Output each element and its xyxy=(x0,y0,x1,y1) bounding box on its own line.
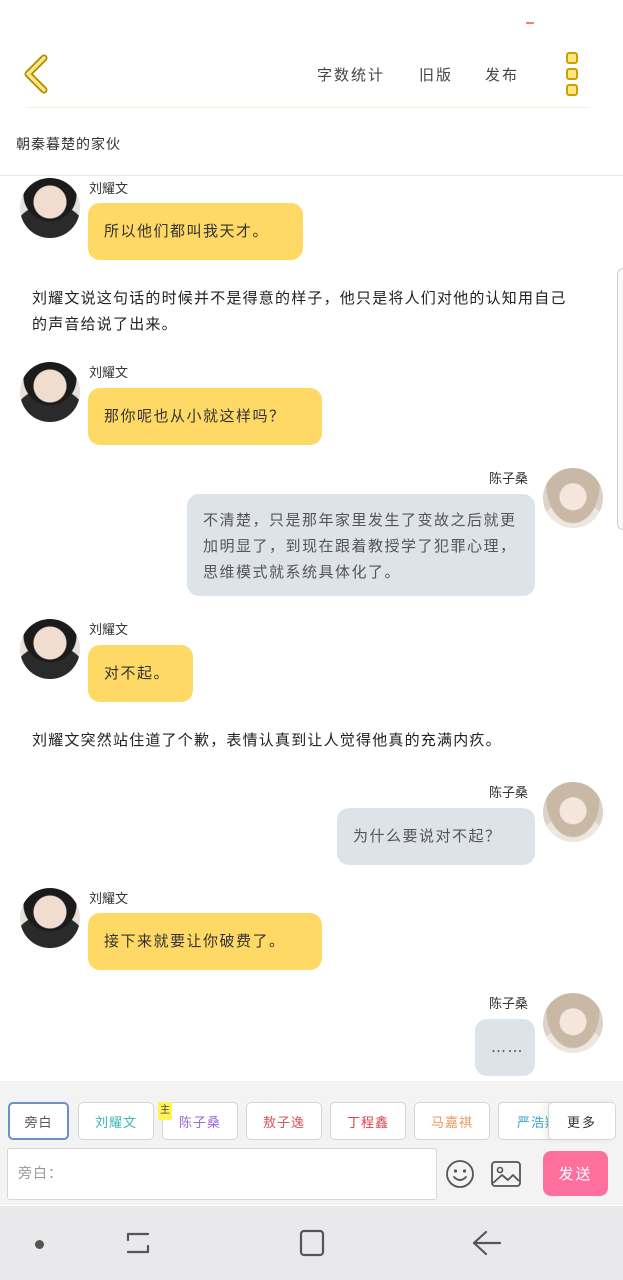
nav-dot-icon[interactable] xyxy=(35,1240,44,1249)
image-button[interactable] xyxy=(490,1159,522,1189)
role-chip[interactable]: 陈子桑 xyxy=(162,1102,238,1140)
message-bubble[interactable]: 为什么要说对不起？ xyxy=(337,808,535,865)
message-input[interactable] xyxy=(7,1148,437,1200)
avatar[interactable] xyxy=(20,619,80,679)
emoji-button[interactable] xyxy=(445,1159,475,1189)
avatar[interactable] xyxy=(20,888,80,948)
back-arrow-icon xyxy=(472,1230,502,1256)
menu-dot-icon xyxy=(566,68,578,80)
message-bubble[interactable]: 不清楚，只是那年家里发生了变故之后就更加明显了，到现在跟着教授学了犯罪心理，思维… xyxy=(187,494,535,596)
speaker-name: 陈子桑 xyxy=(489,472,529,487)
chevron-left-icon xyxy=(24,54,48,94)
home-button[interactable] xyxy=(298,1228,326,1258)
speaker-name: 刘耀文 xyxy=(89,182,129,197)
home-icon xyxy=(299,1229,325,1257)
chat-area[interactable]: 刘耀文 所以他们都叫我天才。 刘耀文说这句话的时候并不是得意的样子，他只是将人们… xyxy=(0,176,623,1081)
smiley-icon xyxy=(446,1160,474,1188)
status-indicator xyxy=(526,22,534,24)
top-toolbar: 字数统计 旧版 发布 xyxy=(0,40,623,108)
role-chip[interactable]: 敖子逸 xyxy=(246,1102,322,1140)
menu-dot-icon xyxy=(566,84,578,96)
more-options-button[interactable] xyxy=(566,52,580,96)
speaker-name: 刘耀文 xyxy=(89,623,129,638)
toolbar-divider xyxy=(28,107,590,108)
scrollbar[interactable] xyxy=(617,268,623,530)
narration-text[interactable]: 刘耀文说这句话的时候并不是得意的样子，他只是将人们对他的认知用自己的声音给说了出… xyxy=(32,285,577,337)
role-chip[interactable]: 丁程鑫 xyxy=(330,1102,406,1140)
message-bubble[interactable]: 对不起。 xyxy=(88,645,193,702)
main-role-badge: 主 xyxy=(158,1102,172,1120)
menu-dot-icon xyxy=(566,52,578,64)
avatar[interactable] xyxy=(543,993,603,1053)
role-selector: 旁白 刘耀文 陈子桑 敖子逸 丁程鑫 马嘉祺 严浩翔 xyxy=(0,1081,623,1147)
speaker-name: 陈子桑 xyxy=(489,997,529,1012)
message-bubble[interactable]: …… xyxy=(475,1019,535,1076)
message-bubble[interactable]: 那你呢也从小就这样吗？ xyxy=(88,388,322,445)
old-version-button[interactable]: 旧版 xyxy=(419,64,453,85)
back-button[interactable] xyxy=(22,54,54,94)
speaker-name: 刘耀文 xyxy=(89,892,129,907)
avatar[interactable] xyxy=(20,362,80,422)
system-nav-bar xyxy=(0,1206,623,1280)
message-bubble[interactable]: 接下来就要让你破费了。 xyxy=(88,913,322,970)
role-chip[interactable]: 马嘉祺 xyxy=(414,1102,490,1140)
avatar[interactable] xyxy=(543,468,603,528)
speaker-name: 陈子桑 xyxy=(489,786,529,801)
role-chip-narrator[interactable]: 旁白 xyxy=(8,1102,69,1140)
role-chip[interactable]: 刘耀文 xyxy=(78,1102,154,1140)
publish-button[interactable]: 发布 xyxy=(485,64,519,85)
narration-text[interactable]: 刘耀文突然站住道了个歉，表情认真到让人觉得他真的充满内疚。 xyxy=(32,727,577,753)
image-icon xyxy=(491,1161,521,1187)
book-title[interactable]: 朝秦暮楚的家伙 xyxy=(16,134,121,154)
send-button[interactable]: 发送 xyxy=(543,1151,608,1196)
more-roles-button[interactable]: 更多 xyxy=(548,1102,616,1140)
recent-apps-button[interactable] xyxy=(122,1228,154,1258)
avatar[interactable] xyxy=(20,178,80,238)
avatar[interactable] xyxy=(543,782,603,842)
nav-back-button[interactable] xyxy=(470,1228,504,1258)
recent-apps-icon xyxy=(126,1232,150,1254)
speaker-name: 刘耀文 xyxy=(89,366,129,381)
message-bubble[interactable]: 所以他们都叫我天才。 xyxy=(88,203,303,260)
word-count-button[interactable]: 字数统计 xyxy=(317,64,385,85)
